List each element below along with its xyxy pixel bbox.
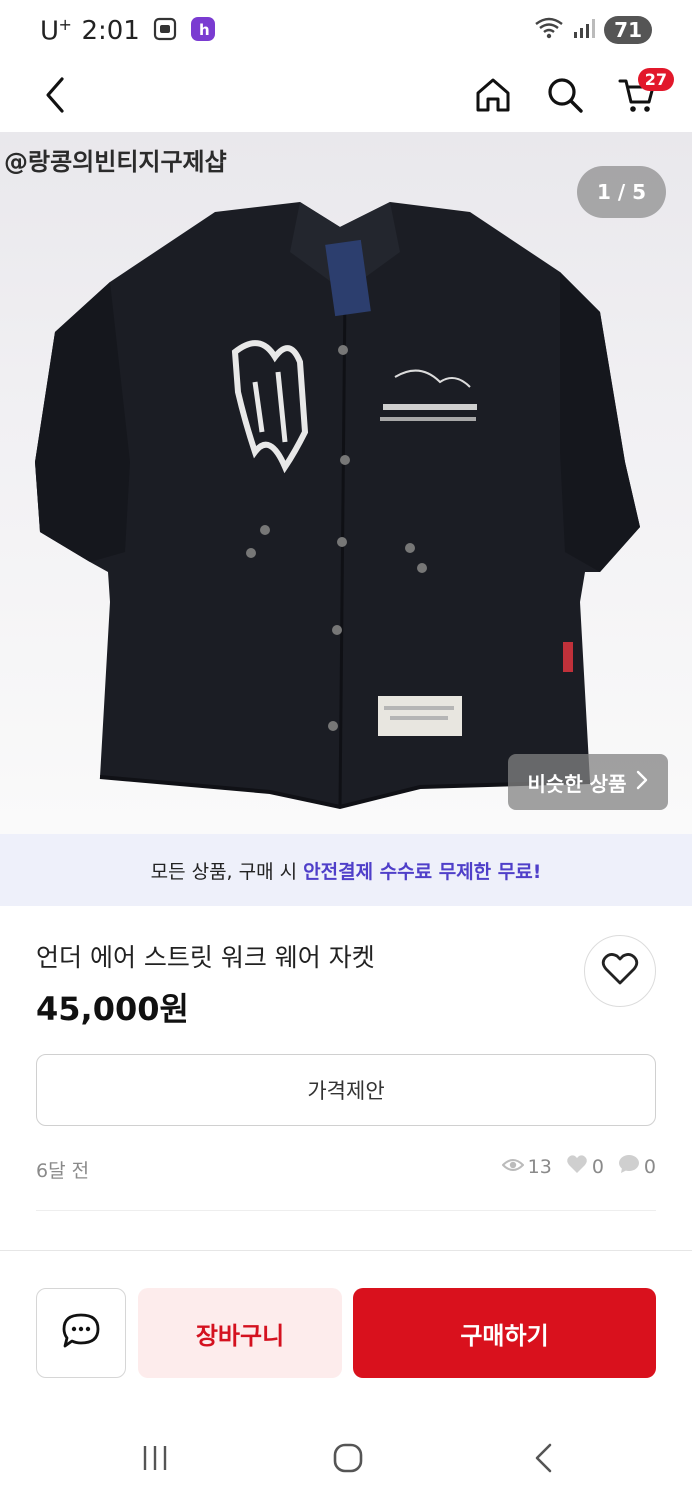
chat-icon [61, 1312, 101, 1354]
home-circle-icon [332, 1442, 364, 1478]
signal-icon [572, 16, 596, 44]
wifi-icon [534, 16, 564, 44]
likes-stat: 0 [566, 1154, 604, 1179]
status-time: 2:01 [81, 16, 140, 46]
chats-count: 0 [643, 1155, 656, 1178]
posted-time: 6달 전 [36, 1160, 90, 1182]
safe-payment-promo-banner[interactable]: 모든 상품, 구매 시 안전결제 수수료 무제한 무료! [0, 834, 692, 906]
likes-count: 0 [591, 1155, 604, 1178]
chat-bubble-icon [618, 1154, 640, 1179]
views-count: 13 [527, 1155, 552, 1178]
recent-apps-icon [140, 1443, 170, 1477]
promo-text: 모든 상품, 구매 시 [150, 860, 298, 883]
recent-apps-button[interactable] [130, 1440, 180, 1480]
home-icon [473, 75, 513, 119]
system-nav-bar [0, 1420, 692, 1500]
chats-stat: 0 [618, 1154, 656, 1179]
seller-watermark: @랑콩의빈티지구제샵 [4, 148, 227, 176]
promo-highlight: 안전결제 수수료 무제한 무료! [303, 860, 542, 883]
chat-button[interactable] [36, 1288, 126, 1378]
app-notification-icon: h [190, 16, 216, 46]
status-right-cluster: 71 [534, 16, 652, 44]
svg-text:h: h [199, 21, 210, 39]
carrier-label: U+ [40, 15, 72, 47]
cart-button[interactable]: 27 [612, 68, 674, 122]
similar-items-button[interactable]: 비슷한 상품 [508, 754, 668, 810]
add-to-cart-button[interactable]: 장바구니 [138, 1288, 342, 1378]
product-title: 언더 에어 스트릿 워크 웨어 자켓 [36, 943, 375, 972]
chevron-left-icon [40, 75, 70, 119]
heart-icon [601, 952, 639, 990]
status-bar: U+ 2:01 h 71 [0, 0, 692, 62]
product-stats: 13 0 0 [494, 1154, 656, 1179]
top-nav: 27 [0, 62, 692, 132]
home-nav-button[interactable] [323, 1440, 373, 1480]
heart-icon [566, 1154, 588, 1179]
image-page-indicator: 1 / 5 [576, 166, 666, 218]
eye-icon [501, 1156, 525, 1178]
cart-count-badge: 27 [637, 68, 674, 91]
price-offer-button[interactable]: 가격제안 [36, 1054, 656, 1126]
views-stat: 13 [501, 1155, 552, 1178]
buy-now-button[interactable]: 구매하기 [353, 1288, 656, 1378]
product-detail-page: U+ 2:01 h 71 27 @랑콩의빈티지구제샵 1 / 5 비슷한 상품 … [0, 0, 692, 1500]
search-icon [545, 75, 585, 119]
product-price: 45,000원 [36, 990, 189, 1028]
product-image-gallery[interactable]: @랑콩의빈티지구제샵 1 / 5 비슷한 상품 [0, 132, 692, 834]
chevron-left-icon [532, 1442, 554, 1478]
similar-items-label: 비슷한 상품 [527, 771, 627, 796]
like-button[interactable] [584, 935, 656, 1007]
search-button[interactable] [540, 72, 590, 122]
back-button[interactable] [30, 72, 80, 122]
system-back-button[interactable] [518, 1440, 568, 1480]
section-divider [36, 1210, 656, 1211]
home-button[interactable] [468, 72, 518, 122]
chevron-right-icon [636, 770, 648, 795]
screenshot-icon [152, 16, 178, 46]
action-bar-divider [0, 1250, 692, 1251]
battery-indicator: 71 [604, 16, 652, 44]
